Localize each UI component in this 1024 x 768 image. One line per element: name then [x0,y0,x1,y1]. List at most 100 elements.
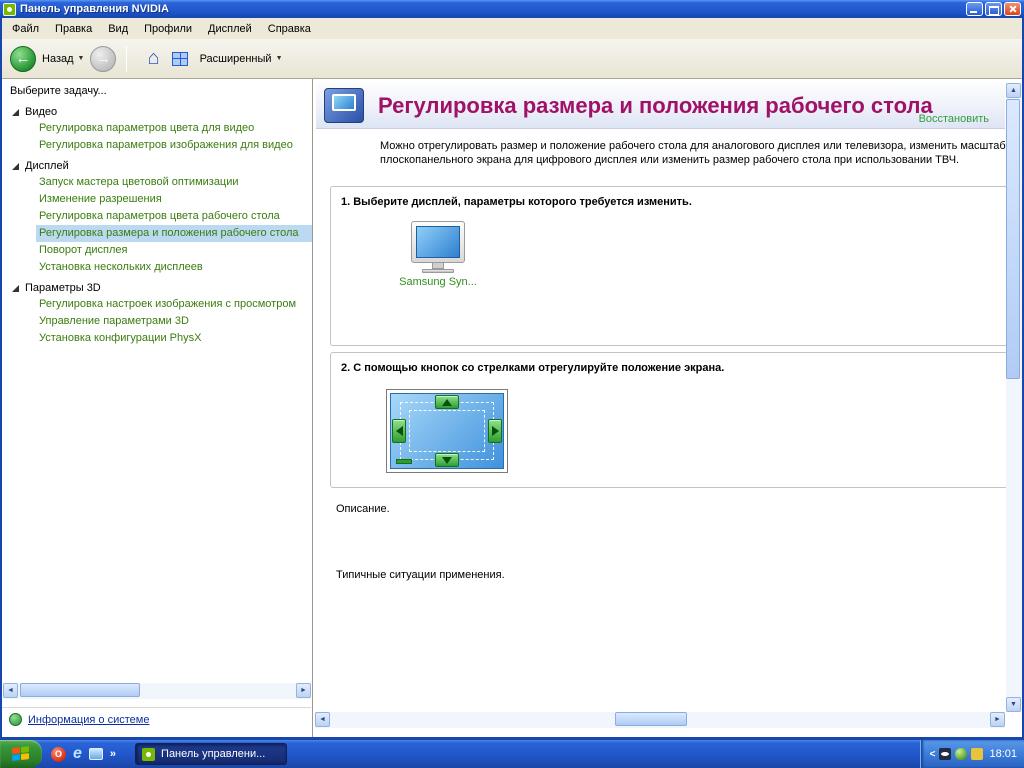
sidebar-header: Выберите задачу... [10,85,107,97]
menu-display[interactable]: Дисплей [200,20,260,38]
expand-triangle-icon[interactable] [12,284,19,292]
quick-launch-opera-icon[interactable]: O [51,746,66,762]
show-desktop-icon[interactable] [88,748,103,760]
tree-item-selected[interactable]: Регулировка размера и положения рабочего… [36,225,312,242]
step2-section: 2. С помощью кнопок со стрелками отрегул… [330,352,1008,488]
scroll-up-button[interactable]: ▲ [1006,83,1021,98]
start-button[interactable] [0,740,42,768]
tree-group-label: Видео [25,106,58,118]
task-button-label: Панель управлени... [161,748,266,760]
screen-position-control [386,389,508,473]
title-bar: Панель управления NVIDIA [0,0,1024,18]
scrollbar-thumb[interactable] [1006,99,1020,379]
back-dropdown-icon[interactable]: ▼ [78,55,85,62]
tree-group-label: Параметры 3D [25,282,101,294]
scroll-right-button[interactable]: ► [296,683,311,698]
intro-text: Можно отрегулировать размер и положение … [380,140,1006,166]
mini-taskbar-graphic [396,459,412,464]
display-thumbnail[interactable]: Samsung Syn... [393,221,483,288]
scrollbar-thumb[interactable] [20,683,140,697]
tree-item[interactable]: Запуск мастера цветовой оптимизации [36,174,312,191]
screen-preview [390,393,504,469]
menu-help[interactable]: Справка [260,20,319,38]
step1-heading: 1. Выберите дисплей, параметры которого … [341,196,692,208]
tray-collapse-icon[interactable]: < [930,749,936,760]
tray-nvidia-icon[interactable] [955,748,968,760]
tree-group-display[interactable]: Дисплей [2,158,312,174]
main-pane: Регулировка размера и положения рабочего… [314,79,1022,738]
tree-item[interactable]: Регулировка параметров изображения для в… [36,137,312,154]
scroll-left-button[interactable]: ◄ [315,712,330,727]
tree-item[interactable]: Регулировка настроек изображения с просм… [36,296,312,313]
position-up-button[interactable] [435,395,459,409]
task-tree: Видео Регулировка параметров цвета для в… [2,104,312,347]
tree-item[interactable]: Установка нескольких дисплеев [36,259,312,276]
view-mode-dropdown-icon[interactable]: ▼ [276,55,283,62]
forward-button[interactable]: → [90,45,117,72]
toolbar-separator [126,45,128,72]
tree-group-video[interactable]: Видео [2,104,312,120]
window-title: Панель управления NVIDIA [20,3,169,15]
monitor-icon[interactable] [411,221,465,263]
quick-launch-ie-icon[interactable]: e [73,746,82,762]
position-down-button[interactable] [435,453,459,467]
tree-item[interactable]: Поворот дисплея [36,242,312,259]
system-info-row: Информация о системе [9,713,149,726]
home-icon[interactable]: ⌂ [147,47,159,70]
system-tray: < 18:01 [919,740,1024,768]
system-info-link[interactable]: Информация о системе [28,714,149,726]
nvidia-control-panel-window: Панель управления NVIDIA Файл Правка Вид… [0,0,1024,768]
tree-group-3d[interactable]: Параметры 3D [2,280,312,296]
tree-item[interactable]: Управление параметрами 3D [36,313,312,330]
windows-flag-icon [12,746,30,762]
sidebar-horizontal-scrollbar[interactable]: ◄ ► [3,683,311,699]
sidebar-divider [2,707,311,708]
tray-language-icon[interactable] [971,748,984,760]
menu-file[interactable]: Файл [4,20,47,38]
tray-nview-icon[interactable] [939,748,952,760]
monitor-base [422,269,454,273]
task-sidebar: Выберите задачу... Видео Регулировка пар… [2,79,313,738]
position-right-button[interactable] [488,419,502,443]
view-mode-grid-icon [171,51,188,66]
menu-view[interactable]: Вид [100,20,136,38]
display-settings-icon [324,88,364,123]
main-horizontal-scrollbar[interactable]: ◄ ► [315,712,1005,728]
expand-triangle-icon[interactable] [12,162,19,170]
menu-bar: Файл Правка Вид Профили Дисплей Справка [2,18,1022,39]
close-button[interactable] [1004,2,1021,16]
inner-dashed-frame [409,410,485,452]
scroll-down-button[interactable]: ▼ [1006,697,1021,712]
restore-link[interactable]: Восстановить [919,113,989,125]
tree-item[interactable]: Установка конфигурации PhysX [36,330,312,347]
back-button[interactable]: ← [10,45,36,72]
quick-launch: O e » [42,746,125,762]
window-controls [966,2,1021,16]
app-icon [3,2,16,16]
tree-group-label: Дисплей [25,160,69,172]
forward-arrow-icon: → [95,50,111,67]
back-label: Назад [42,52,74,65]
typical-scenarios-label: Типичные ситуации применения. [336,569,505,581]
scroll-right-button[interactable]: ► [990,712,1005,727]
page-title: Регулировка размера и положения рабочего… [378,92,933,118]
taskbar-task-button[interactable]: Панель управлени... [135,743,288,765]
tree-item[interactable]: Регулировка параметров цвета для видео [36,120,312,137]
view-mode-label[interactable]: Расширенный [200,53,272,65]
taskbar-clock: 18:01 [989,748,1017,760]
expand-triangle-icon[interactable] [12,108,19,116]
menu-edit[interactable]: Правка [47,20,100,38]
back-arrow-icon: ← [15,50,31,67]
position-left-button[interactable] [392,419,406,443]
restore-button[interactable] [985,2,1002,16]
quick-launch-overflow-icon[interactable]: » [110,748,116,760]
toolbar: ← Назад ▼ → ⌂ Расширенный ▼ [2,39,1022,79]
main-vertical-scrollbar[interactable]: ▲ ▼ [1006,83,1022,712]
tree-item[interactable]: Изменение разрешения [36,191,312,208]
menu-profiles[interactable]: Профили [136,20,200,38]
scrollbar-thumb[interactable] [615,712,687,726]
tree-item[interactable]: Регулировка параметров цвета рабочего ст… [36,208,312,225]
scroll-left-button[interactable]: ◄ [3,683,18,698]
nvidia-task-icon [142,747,156,761]
minimize-button[interactable] [966,2,983,16]
